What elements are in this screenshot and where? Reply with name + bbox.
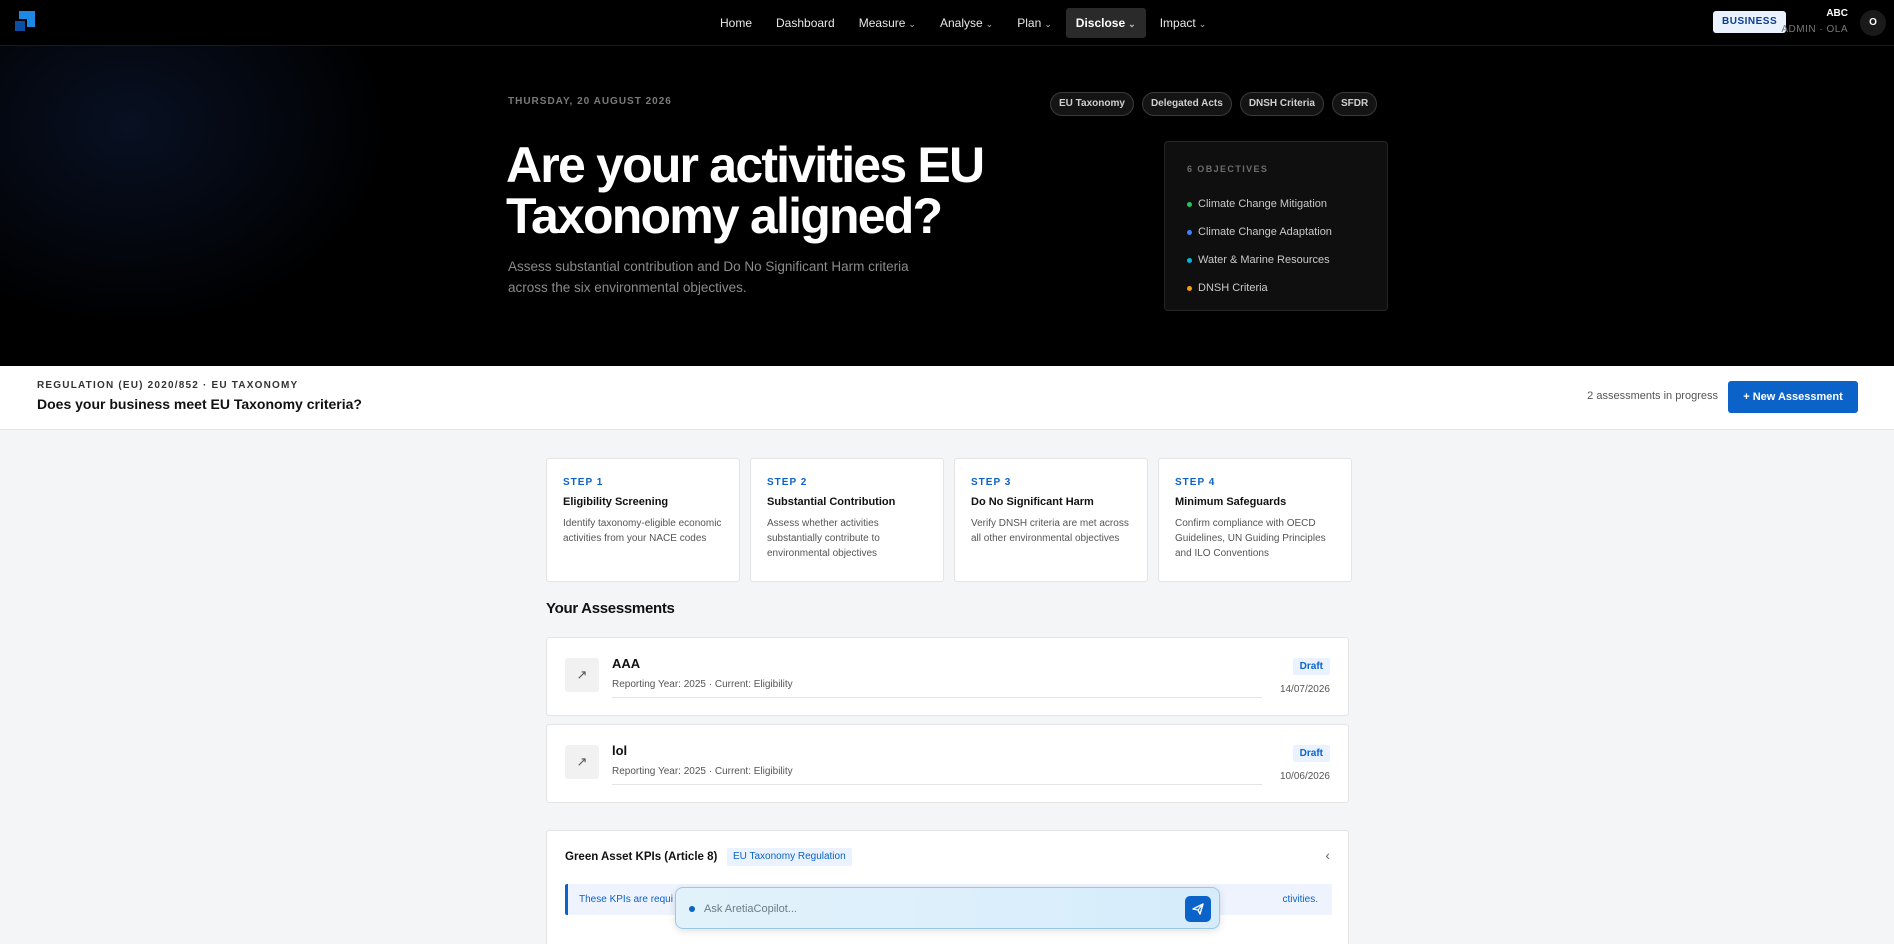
step-kicker: STEP 4: [1175, 477, 1216, 488]
step-kicker: STEP 1: [563, 477, 604, 488]
objective-item: Climate Change Mitigation: [1187, 190, 1332, 218]
assessment-meta: Reporting Year: 2025 · Current: Eligibil…: [612, 766, 793, 777]
objective-item: Climate Change Adaptation: [1187, 218, 1332, 246]
step-description: Assess whether activities substantially …: [767, 518, 880, 559]
assessment-name: AAA: [612, 656, 641, 671]
step-kicker: STEP 2: [767, 477, 808, 488]
nav-item-measure[interactable]: Measure ⌄: [849, 8, 926, 38]
chevron-down-icon: ⌄: [985, 19, 994, 29]
step-title: Eligibility Screening: [563, 496, 669, 508]
status-badge: Draft: [1292, 658, 1330, 675]
nav-item-dashboard[interactable]: Dashboard: [766, 8, 845, 38]
top-nav: Home Dashboard Measure ⌄ Analyse ⌄ Plan ⌄ D…: [0, 0, 1894, 46]
regulation-bar: REGULATION (EU) 2020/852 · EU TAXONOMY D…: [0, 366, 1894, 430]
nav-item-label: Measure: [858, 16, 906, 30]
status-dot-icon: [1187, 229, 1192, 235]
chevron-down-icon: ⌄: [1044, 19, 1052, 29]
hero-section: THURSDAY, 20 AUGUST 2026 EU Taxonomy Del…: [0, 46, 1894, 366]
nav-item-label: Dashboard: [776, 16, 835, 30]
assessment-date: 14/07/2026: [1279, 684, 1330, 695]
status-dot-icon: [1187, 285, 1192, 291]
send-icon: [1192, 903, 1204, 915]
hero-date: THURSDAY, 20 AUGUST 2026: [508, 96, 672, 107]
assessment-meta: Reporting Year: 2025 · Current: Eligibil…: [612, 679, 793, 690]
copilot-input[interactable]: [704, 899, 1144, 919]
status-badge: Draft: [1292, 745, 1330, 762]
chevron-down-icon: ⌄: [1128, 19, 1136, 29]
assessments-count: 2 assessments in progress: [1587, 390, 1718, 402]
nav-item-label: Disclose: [1075, 16, 1126, 30]
objectives-title: 6 OBJECTIVES: [1187, 164, 1269, 174]
divider: [612, 784, 1262, 785]
logo-icon[interactable]: [13, 11, 35, 33]
step-title: Do No Significant Harm: [971, 496, 1094, 508]
hero-tag: DNSH Criteria: [1239, 92, 1324, 116]
nav-item-label: Analyse: [939, 16, 983, 30]
edit-pen-icon: ↗: [565, 745, 599, 779]
nav-item-home[interactable]: Home: [710, 8, 762, 38]
step-card: STEP 1 Eligibility Screening Identify ta…: [546, 458, 740, 582]
regulation-tag: EU Taxonomy Regulation: [727, 848, 852, 866]
hero-tag: Delegated Acts: [1141, 92, 1232, 116]
objective-label: Water & Marine Resources: [1198, 254, 1330, 266]
objective-label: Climate Change Mitigation: [1198, 198, 1328, 210]
copilot-bar: [675, 887, 1220, 929]
user-name: ABC: [1826, 8, 1848, 19]
step-card: STEP 2 Substantial Contribution Assess w…: [750, 458, 944, 582]
step-card: STEP 3 Do No Significant Harm Verify DNS…: [954, 458, 1148, 582]
nav-item-plan[interactable]: Plan ⌄: [1007, 8, 1062, 38]
regulation-title: Does your business meet EU Taxonomy crit…: [37, 396, 362, 412]
assessment-date: 10/06/2026: [1279, 771, 1330, 782]
step-title: Substantial Contribution: [767, 496, 896, 508]
assessment-row[interactable]: ↗ AAA Reporting Year: 2025 · Current: El…: [546, 637, 1349, 716]
nav-item-label: Home: [720, 16, 753, 30]
hero-tags: EU Taxonomy Delegated Acts DNSH Criteria…: [1050, 92, 1378, 116]
business-badge[interactable]: BUSINESS: [1713, 11, 1787, 33]
info-note-text: These KPIs are requi: [579, 894, 673, 905]
objective-label: Climate Change Adaptation: [1198, 226, 1332, 238]
assessment-name: lol: [612, 743, 628, 758]
regulation-kicker: REGULATION (EU) 2020/852 · EU TAXONOMY: [37, 380, 299, 391]
page-title: Are your activities EU Taxonomy aligned?: [506, 137, 985, 244]
nav-item-disclose[interactable]: Disclose ⌄: [1065, 8, 1146, 38]
step-description: Verify DNSH criteria are met across all …: [971, 518, 1129, 544]
objectives-card: 6 OBJECTIVES Climate Change Mitigation C…: [1164, 141, 1388, 311]
green-asset-title: Green Asset KPIs (Article 8): [565, 851, 718, 863]
step-card: STEP 4 Minimum Safeguards Confirm compli…: [1158, 458, 1352, 582]
step-title: Minimum Safeguards: [1175, 496, 1287, 508]
steps-row: STEP 1 Eligibility Screening Identify ta…: [546, 458, 1352, 582]
chevron-down-icon: ⌄: [908, 19, 916, 29]
objective-label: DNSH Criteria: [1198, 282, 1268, 294]
user-role: ADMIN · OLA: [1781, 24, 1848, 35]
step-description: Confirm compliance with OECD Guidelines,…: [1175, 518, 1326, 559]
hero-subtitle: Assess substantial contribution and Do N…: [508, 259, 909, 295]
objectives-list: Climate Change Mitigation Climate Change…: [1187, 190, 1332, 302]
assessment-row[interactable]: ↗ lol Reporting Year: 2025 · Current: El…: [546, 724, 1349, 803]
nav-links: Home Dashboard Measure ⌄ Analyse ⌄ Plan ⌄ D…: [710, 8, 1216, 38]
avatar[interactable]: O: [1860, 10, 1886, 36]
objective-item: DNSH Criteria: [1187, 274, 1332, 302]
chevron-left-icon[interactable]: ‹: [1325, 847, 1330, 863]
nav-item-label: Impact: [1159, 16, 1196, 30]
nav-item-impact[interactable]: Impact ⌄: [1150, 8, 1217, 38]
status-dot-icon: [1187, 201, 1192, 207]
nav-item-label: Plan: [1017, 16, 1042, 30]
step-kicker: STEP 3: [971, 477, 1012, 488]
chevron-down-icon: ⌄: [1198, 19, 1207, 29]
info-note-text-end: ctivities.: [1282, 894, 1318, 905]
new-assessment-button[interactable]: + New Assessment: [1728, 381, 1858, 413]
edit-pen-icon: ↗: [565, 658, 599, 692]
objective-item: Water & Marine Resources: [1187, 246, 1332, 274]
copilot-status-dot-icon: [689, 906, 695, 912]
hero-tag: EU Taxonomy: [1050, 92, 1134, 116]
divider: [612, 697, 1262, 698]
hero-tag: SFDR: [1331, 92, 1378, 116]
assessments-heading: Your Assessments: [546, 600, 675, 617]
status-dot-icon: [1187, 257, 1192, 263]
send-button[interactable]: [1185, 896, 1211, 922]
nav-item-analyse[interactable]: Analyse ⌄: [930, 8, 1003, 38]
step-description: Identify taxonomy-eligible economic acti…: [563, 518, 722, 544]
